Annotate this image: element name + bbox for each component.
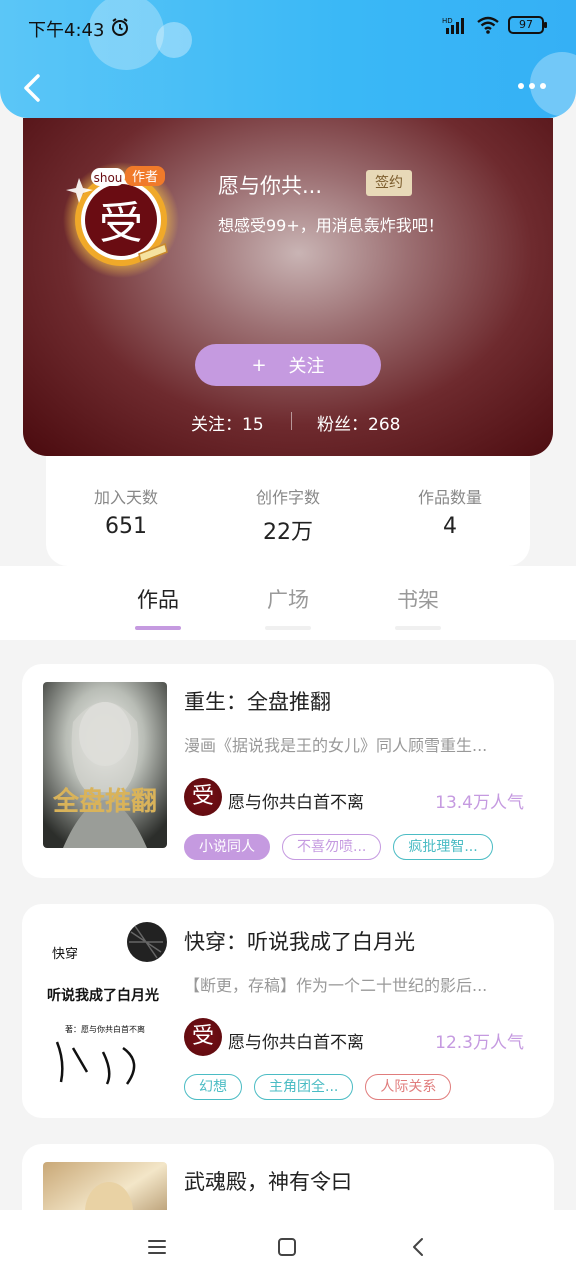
book-author: 愿与你共白首不离 bbox=[228, 793, 364, 813]
alarm-icon bbox=[112, 18, 128, 36]
profile-banner: 受 shou 作者 愿与你共... 签约 想感受99+，用消息轰炸我吧！ + 关… bbox=[23, 118, 553, 456]
stat-label: 加入天数 bbox=[93, 488, 158, 507]
system-nav-bar bbox=[0, 1210, 576, 1280]
stat-join-days: 加入天数 651 bbox=[46, 484, 206, 539]
tab-bookshelf[interactable]: 书架 bbox=[378, 584, 458, 630]
stat-label: 创作字数 bbox=[255, 488, 320, 507]
book-popularity: 12.3万人气 bbox=[435, 1033, 524, 1053]
book-card[interactable]: 快穿 听说我成了白月光 著：愿与你共白首不离 快穿：听说我成了白月光 【断更，存… bbox=[22, 904, 554, 1118]
follow-button[interactable]: + 关注 bbox=[195, 344, 381, 386]
divider bbox=[291, 412, 292, 430]
book-card[interactable]: 全盘推翻 重生：全盘推翻 漫画《据说我是王的女儿》同人顾雪重生... 受 愿与你… bbox=[22, 664, 554, 878]
wifi-icon bbox=[477, 16, 499, 34]
menu-icon[interactable] bbox=[142, 1232, 172, 1262]
dot-icon bbox=[540, 83, 546, 89]
author-avatar-small: 受 bbox=[184, 778, 222, 816]
book-tags: 幻想 主角团全... 人际关系 bbox=[184, 1074, 452, 1100]
svg-text:作者: 作者 bbox=[132, 170, 158, 185]
svg-text:著：愿与你共白首不离: 著：愿与你共白首不离 bbox=[65, 1024, 145, 1034]
book-author: 愿与你共白首不离 bbox=[228, 1033, 364, 1053]
status-icons: HD 97 bbox=[442, 16, 547, 34]
tab-indicator bbox=[265, 626, 311, 630]
book-description: 漫画《据说我是王的女儿》同人顾雪重生... bbox=[184, 736, 488, 755]
top-header: 下午4:43 HD 97 bbox=[0, 0, 576, 118]
tag[interactable]: 主角团全... bbox=[254, 1074, 354, 1100]
tab-label: 广场 bbox=[267, 588, 309, 612]
tag[interactable]: 小说同人 bbox=[184, 834, 270, 860]
book-tags: 小说同人 不喜勿喷... 疯批理智... bbox=[184, 834, 493, 860]
tab-indicator bbox=[135, 626, 181, 630]
more-options-button[interactable] bbox=[518, 78, 548, 94]
signal-icon: HD bbox=[442, 17, 464, 34]
svg-text:shou: shou bbox=[94, 171, 123, 185]
dot-icon bbox=[518, 83, 524, 89]
author-avatar-small: 受 bbox=[184, 1018, 222, 1056]
stat-works-count: 作品数量 4 bbox=[370, 484, 530, 539]
tag[interactable]: 疯批理智... bbox=[393, 834, 493, 860]
battery-icon: 97 bbox=[508, 16, 547, 34]
author-bio: 想感受99+，用消息轰炸我吧！ bbox=[218, 216, 444, 235]
home-icon[interactable] bbox=[272, 1232, 302, 1262]
svg-text:受: 受 bbox=[99, 198, 143, 249]
stat-value: 651 bbox=[105, 514, 147, 539]
tag[interactable]: 幻想 bbox=[184, 1074, 242, 1100]
book-title[interactable]: 快穿：听说我成了白月光 bbox=[184, 926, 415, 956]
tabs-bar: 作品 广场 书架 bbox=[0, 566, 576, 640]
status-time: 下午4:43 bbox=[28, 20, 105, 41]
book-title[interactable]: 武魂殿，神有令曰 bbox=[184, 1166, 352, 1196]
tag[interactable]: 不喜勿喷... bbox=[282, 834, 382, 860]
avatar-image: 受 shou 作者 bbox=[63, 162, 179, 278]
back-nav-icon[interactable] bbox=[404, 1232, 434, 1262]
svg-text:听说我成了白月光: 听说我成了白月光 bbox=[47, 987, 159, 1004]
stat-word-count: 创作字数 22万 bbox=[208, 484, 368, 546]
tab-square[interactable]: 广场 bbox=[248, 584, 328, 630]
stat-label: 作品数量 bbox=[417, 488, 482, 507]
author-avatar-large[interactable]: 受 shou 作者 bbox=[61, 158, 181, 278]
svg-text:全盘推翻: 全盘推翻 bbox=[52, 786, 157, 817]
svg-text:HD: HD bbox=[442, 17, 453, 25]
plus-icon: + bbox=[251, 354, 267, 376]
status-bar: 下午4:43 HD 97 bbox=[0, 0, 576, 56]
dot-icon bbox=[529, 83, 535, 89]
follow-stats: 关注：15 粉丝：268 bbox=[23, 408, 553, 438]
tag[interactable]: 人际关系 bbox=[365, 1074, 452, 1100]
stat-value: 4 bbox=[443, 514, 457, 539]
svg-text:快穿: 快穿 bbox=[52, 946, 78, 962]
signed-badge: 签约 bbox=[366, 170, 412, 196]
fans-count[interactable]: 粉丝：268 bbox=[317, 410, 400, 435]
book-popularity: 13.4万人气 bbox=[435, 793, 524, 813]
book-title[interactable]: 重生：全盘推翻 bbox=[184, 686, 331, 716]
follow-label: 关注 bbox=[288, 356, 325, 377]
tab-label: 作品 bbox=[137, 588, 179, 612]
book-cover[interactable]: 全盘推翻 bbox=[43, 682, 167, 848]
author-name: 愿与你共... bbox=[218, 174, 323, 198]
following-count[interactable]: 关注：15 bbox=[191, 410, 264, 435]
book-description: 【断更，存稿】作为一个二十世纪的影后... bbox=[184, 976, 488, 995]
tab-indicator bbox=[395, 626, 441, 630]
tab-label: 书架 bbox=[397, 588, 439, 612]
book-cover[interactable]: 快穿 听说我成了白月光 著：愿与你共白首不离 bbox=[43, 922, 167, 1088]
back-button[interactable] bbox=[20, 70, 44, 106]
author-stats-panel: 加入天数 651 创作字数 22万 作品数量 4 bbox=[46, 456, 530, 566]
stat-value: 22万 bbox=[263, 520, 313, 545]
tab-works[interactable]: 作品 bbox=[118, 584, 198, 630]
